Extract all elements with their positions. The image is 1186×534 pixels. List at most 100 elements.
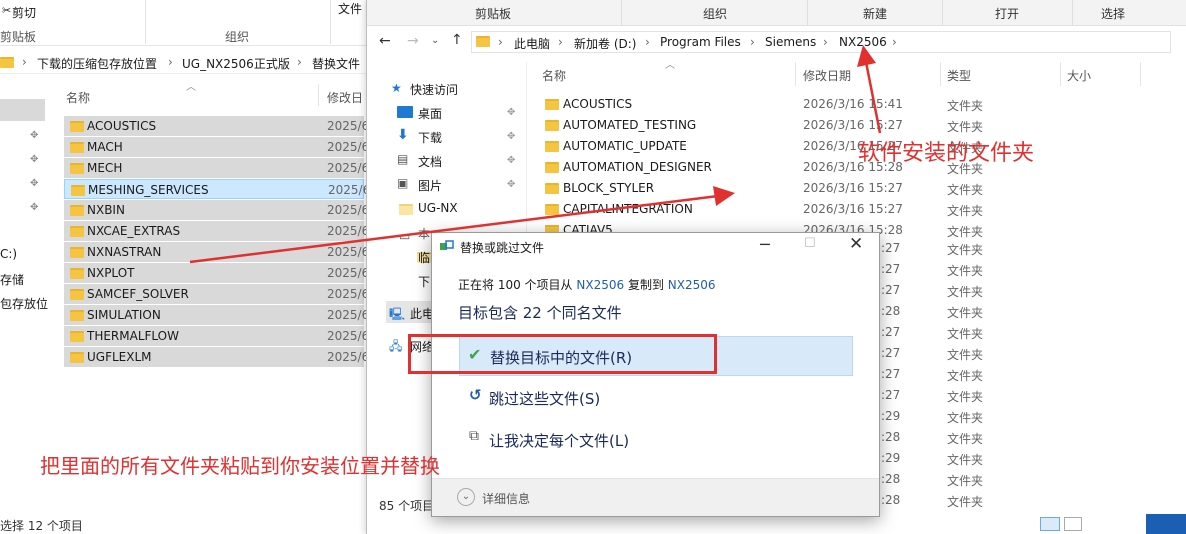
nav-ug-nx[interactable]: UG-NX <box>418 201 458 215</box>
row-name: ACOUSTICS <box>563 97 633 111</box>
sort-up-icon: ︿ <box>186 82 196 93</box>
pin-icon[interactable]: ✥ <box>507 179 515 190</box>
breadcrumb-item[interactable]: Siemens <box>765 35 816 49</box>
nav-quick-access[interactable]: 快速访问 <box>410 81 458 98</box>
table-row[interactable]: NXPLOT 2025/6 <box>64 263 369 283</box>
cut-button[interactable]: 剪切 <box>12 4 36 21</box>
details-toggle[interactable]: 详细信息 <box>482 490 530 507</box>
row-date: 2025/6 <box>327 308 370 322</box>
decide-icon: ⧉ <box>469 428 479 444</box>
pin-icon[interactable]: ✥ <box>507 131 515 142</box>
row-date: 2025/6 <box>327 140 370 154</box>
skip-icon: ↺ <box>469 386 482 404</box>
row-date-partial: :27 <box>881 325 901 339</box>
new-group-label: 新建 <box>863 7 888 21</box>
folder-icon <box>545 183 559 194</box>
details-view-icon[interactable] <box>1040 517 1060 531</box>
nav-documents[interactable]: 文档 <box>418 153 442 170</box>
highlight-box <box>408 334 717 374</box>
table-row[interactable]: NXCAE_EXTRAS 2025/6 <box>64 221 369 241</box>
folder-icon <box>70 142 84 153</box>
pin-icon[interactable]: ✥ <box>30 178 38 189</box>
up-icon[interactable]: ↑ <box>451 32 463 48</box>
source-link[interactable]: NX2506 <box>576 278 624 292</box>
row-name: CAPITALINTEGRATION <box>563 202 693 216</box>
row-date-partial: :27 <box>881 283 901 297</box>
nav-local-c[interactable]: 本地磁盘 (C:) <box>418 225 430 242</box>
row-date: 2026/3/16 15:27 <box>803 118 903 132</box>
destination-link[interactable]: NX2506 <box>668 278 716 292</box>
skip-option[interactable]: ↺ 跳过这些文件(S) <box>459 379 853 415</box>
nav-downloads[interactable]: 下载 <box>418 129 442 146</box>
pin-icon[interactable]: ✥ <box>30 130 38 141</box>
chevron-down-icon[interactable]: ⌄ <box>431 35 439 46</box>
close-icon[interactable]: ✕ <box>849 234 863 254</box>
tiles-view-icon[interactable] <box>1064 517 1082 531</box>
expand-details-icon[interactable]: ⌄ <box>457 488 475 506</box>
decide-option-label: 让我决定每个文件(L) <box>489 432 630 450</box>
nav-down2[interactable]: 下 <box>418 273 430 290</box>
row-date: 2025/6 <box>328 183 371 197</box>
nav-temp[interactable]: 临时 <box>418 249 430 266</box>
right-col-size[interactable]: 大小 <box>1067 67 1091 84</box>
table-row[interactable]: UGFLEXLM 2025/6 <box>64 347 369 367</box>
nav-fragment[interactable]: 存储 <box>0 271 24 288</box>
right-col-name[interactable]: 名称 <box>542 67 566 84</box>
nav-desktop[interactable]: 桌面 <box>418 105 442 122</box>
pin-icon[interactable]: ✥ <box>30 202 38 213</box>
cut-icon[interactable]: ✂ <box>2 4 11 17</box>
table-row[interactable]: AUTOMATED_TESTING 2026/3/16 15:27 文件夹 <box>540 115 1180 136</box>
back-icon[interactable]: ← <box>379 33 391 49</box>
breadcrumb-item[interactable]: UG_NX2506正式版 <box>182 55 290 72</box>
right-col-date[interactable]: 修改日期 <box>803 67 851 84</box>
clipboard-group-label: 剪贴板 <box>0 30 37 44</box>
breadcrumb-item[interactable]: 此电脑 <box>514 35 550 52</box>
right-col-type[interactable]: 类型 <box>947 67 971 84</box>
table-row[interactable]: THERMALFLOW 2025/6 <box>64 326 369 346</box>
left-col-name[interactable]: 名称 <box>66 89 90 106</box>
row-date-partial: :27 <box>881 388 901 402</box>
table-row[interactable]: NXNASTRAN 2025/6 <box>64 242 369 262</box>
table-row[interactable]: MECH 2025/6 <box>64 158 369 178</box>
folder-icon <box>545 120 559 131</box>
progress-line: 正在将 100 个项目从 NX2506 复制到 NX2506 <box>458 276 716 293</box>
table-row[interactable]: ACOUSTICS 2025/6 <box>64 116 369 136</box>
table-row[interactable]: SAMCEF_SOLVER 2025/6 <box>64 284 369 304</box>
table-row[interactable]: SIMULATION 2025/6 <box>64 305 369 325</box>
right-address-bar[interactable]: › 此电脑 › 新加卷 (D:) › Program Files › Sieme… <box>471 31 1171 53</box>
breadcrumb-item[interactable]: 替换文件 <box>312 55 360 72</box>
row-type: 文件夹 <box>947 432 984 446</box>
pin-icon[interactable]: ✥ <box>507 155 515 166</box>
nav-fragment[interactable]: C:) <box>0 247 17 261</box>
nav-fragment[interactable]: 包存放位 <box>0 295 48 312</box>
left-address-bar[interactable]: › 下载的压缩包存放位置 › UG_NX2506正式版 › 替换文件 <box>0 52 380 74</box>
row-type: 文件夹 <box>947 411 984 425</box>
row-date-partial: :29 <box>881 409 901 423</box>
decide-option[interactable]: ⧉ 让我决定每个文件(L) <box>459 421 853 457</box>
row-type: 文件夹 <box>947 204 984 218</box>
folder-icon <box>545 204 559 215</box>
nav-selected-item[interactable] <box>0 99 45 121</box>
row-date: 2025/6 <box>327 350 370 364</box>
minimize-icon[interactable]: ─ <box>760 235 770 254</box>
forward-icon[interactable]: → <box>407 33 419 49</box>
breadcrumb-item-current[interactable]: NX2506 <box>839 35 887 49</box>
folder-icon <box>70 226 84 237</box>
table-row[interactable]: MESHING_SERVICES 2025/6 <box>64 179 370 199</box>
row-name: MACH <box>87 140 123 154</box>
table-row[interactable]: ACOUSTICS 2026/3/16 15:41 文件夹 <box>540 94 1180 115</box>
left-col-date[interactable]: 修改日 <box>327 89 363 106</box>
pin-icon[interactable]: ✥ <box>507 107 515 118</box>
table-row[interactable]: BLOCK_STYLER 2026/3/16 15:27 文件夹 <box>540 178 1180 199</box>
breadcrumb-item[interactable]: 新加卷 (D:) <box>574 35 636 52</box>
breadcrumb-item[interactable]: 下载的压缩包存放位置 <box>37 55 157 72</box>
pin-icon[interactable]: ✥ <box>30 154 38 165</box>
nav-pictures[interactable]: 图片 <box>418 177 442 194</box>
download-icon: ⬇ <box>397 127 409 143</box>
table-row[interactable]: CAPITALINTEGRATION 2026/3/16 15:27 文件夹 <box>540 199 1180 220</box>
row-date: 2025/6 <box>327 224 370 238</box>
table-row[interactable]: NXBIN 2025/6 <box>64 200 369 220</box>
row-type: 文件夹 <box>947 183 984 197</box>
breadcrumb-item[interactable]: Program Files <box>660 35 741 49</box>
table-row[interactable]: MACH 2025/6 <box>64 137 369 157</box>
